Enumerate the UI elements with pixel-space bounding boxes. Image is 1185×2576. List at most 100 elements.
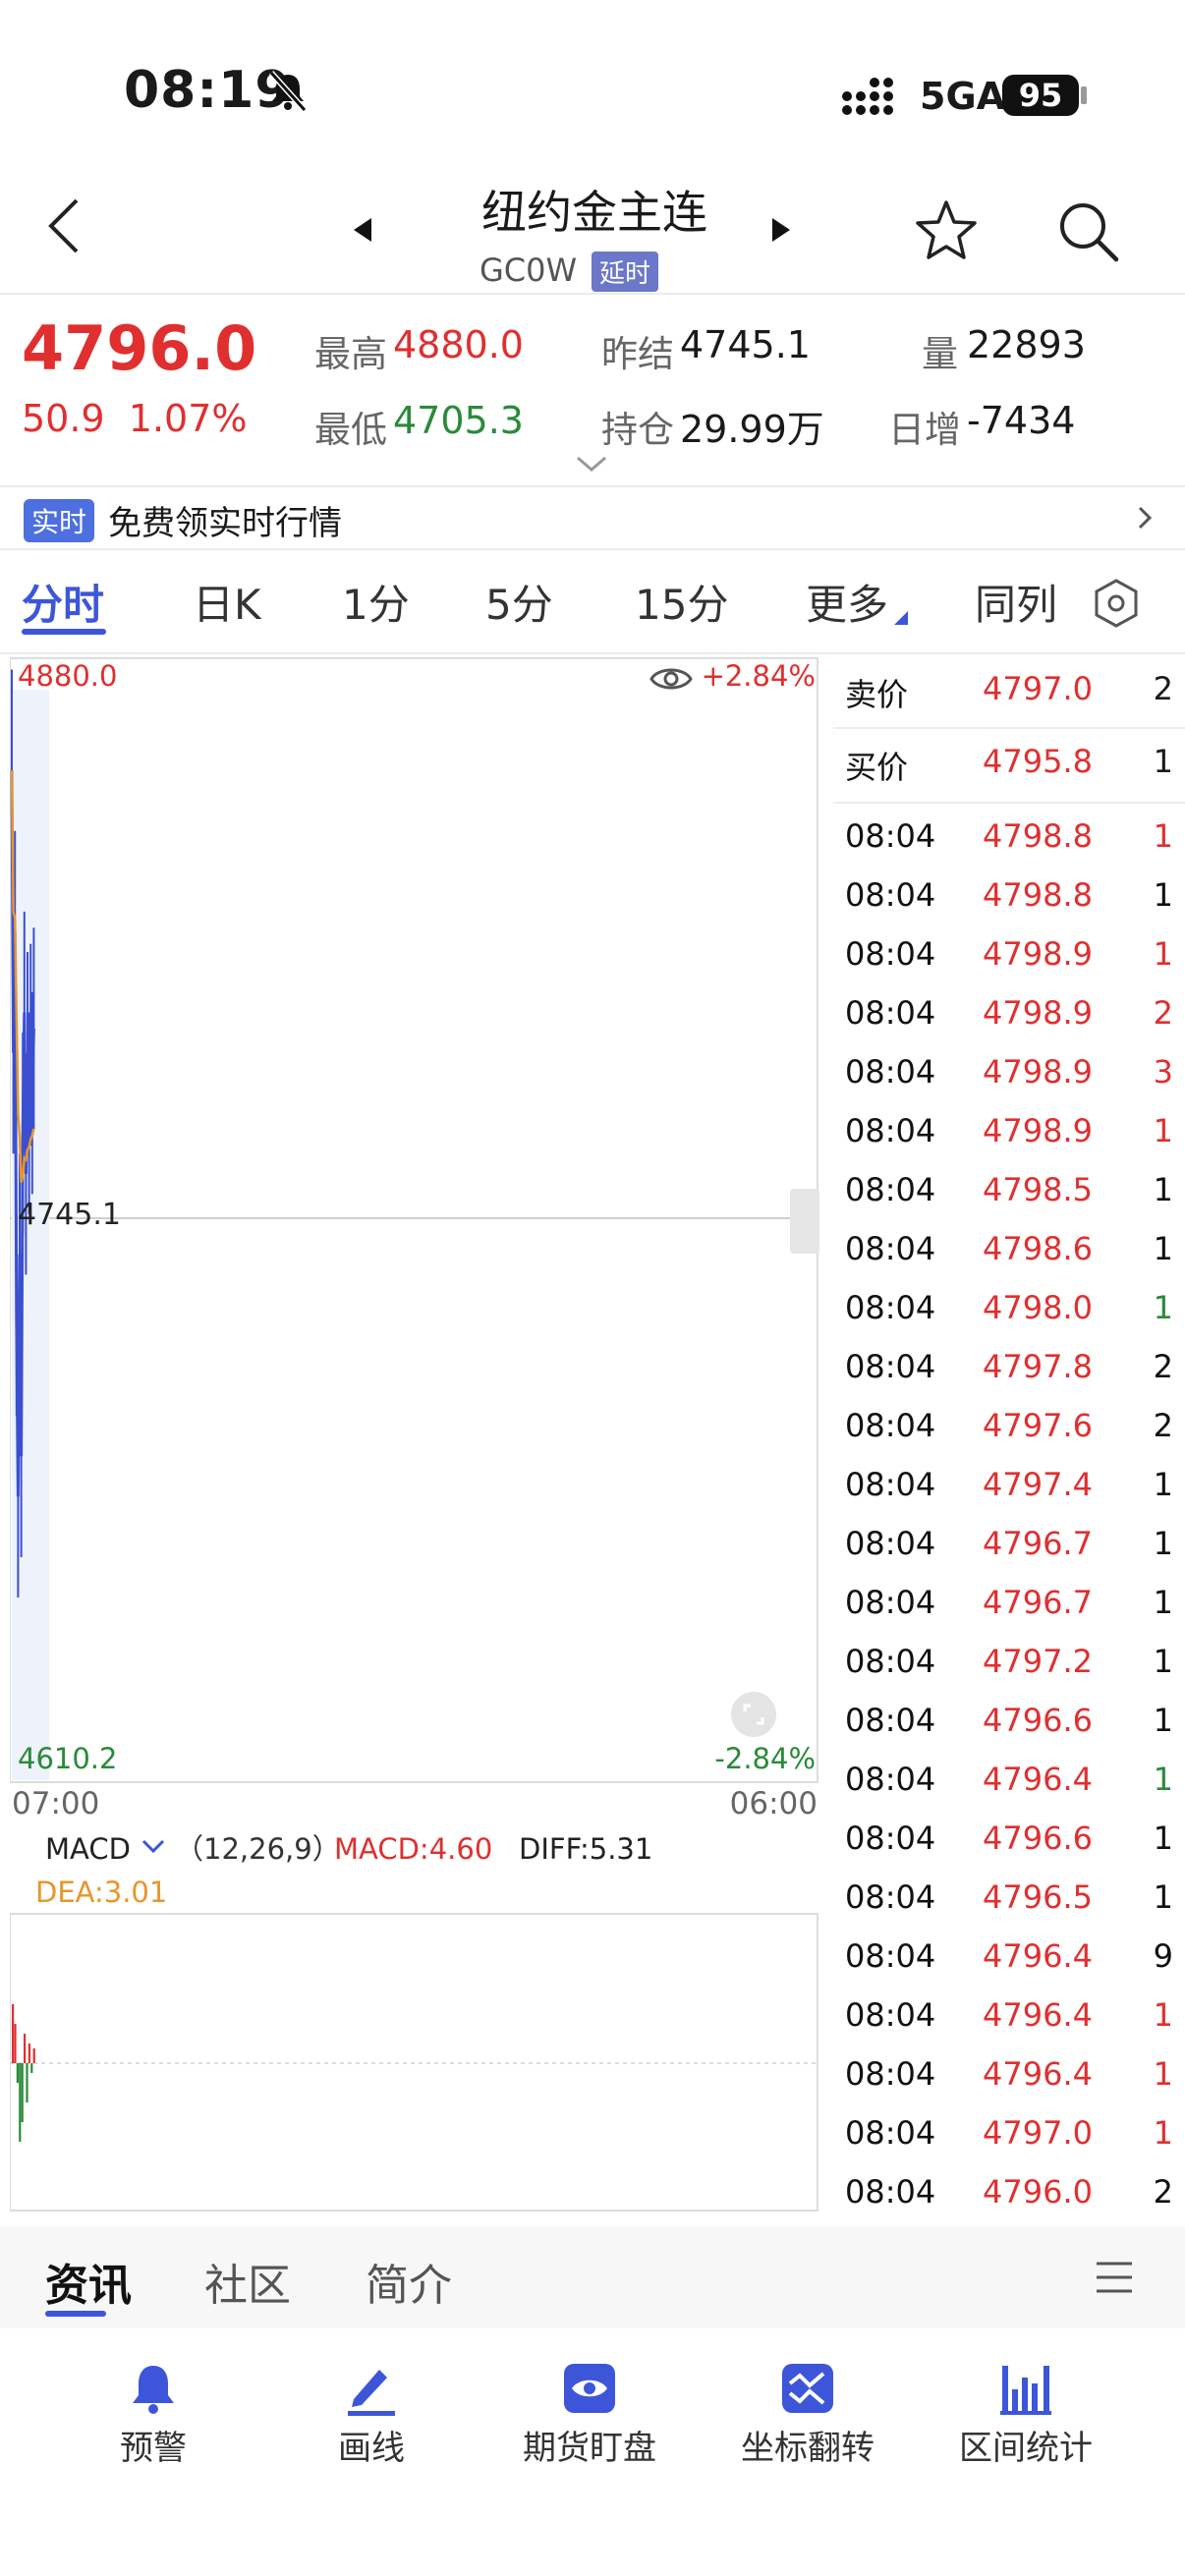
price-change: 50.9 1.07%: [22, 397, 248, 440]
tab-intraday[interactable]: 分时: [22, 572, 104, 632]
trade-volume: 1: [1153, 1171, 1173, 1208]
flip-label: 坐标翻转: [741, 2429, 875, 2468]
trade-price: 4798.9: [983, 1053, 1093, 1091]
trade-price: 4796.4: [983, 1937, 1093, 1975]
low-label: 最低: [314, 409, 387, 451]
trade-volume: 1: [1153, 876, 1173, 914]
macd-bar: [21, 2063, 24, 2122]
trade-row: 08:04 4796.4 1: [833, 1987, 1185, 2045]
draw-line-button[interactable]: 画线: [263, 2340, 480, 2478]
trade-row: 08:04 4796.0 2: [833, 2163, 1185, 2222]
more-dropdown-icon: [894, 611, 908, 625]
tab-news[interactable]: 资讯: [45, 2250, 132, 2313]
tab-community[interactable]: 社区: [204, 2250, 291, 2313]
trade-time: 08:04: [845, 1289, 936, 1326]
expand-panel-handle[interactable]: [790, 1189, 819, 1254]
prev-settle-label: 昨结: [601, 333, 674, 375]
watch-label: 期货盯盘: [523, 2429, 656, 2468]
status-bar: 08:19 5GA 95: [0, 0, 1185, 177]
chart-down-pct: -2.84%: [714, 1742, 816, 1775]
diff-value: DIFF:5.31: [519, 1832, 652, 1866]
trade-volume: 1: [1153, 1761, 1173, 1798]
tab-intro[interactable]: 简介: [366, 2250, 452, 2313]
bid-price: 4795.8: [983, 743, 1093, 780]
intraday-chart[interactable]: 4880.0 +2.84% 4745.1 4610.2 -2.84% 07:00…: [10, 650, 819, 2222]
trade-row: 08:04 4797.4 1: [833, 1456, 1185, 1515]
eye-icon: [564, 2364, 615, 2413]
prev-contract-icon[interactable]: [354, 218, 371, 242]
macd-bar: [28, 2044, 30, 2063]
tab-15min[interactable]: 15分: [635, 572, 728, 632]
trade-time: 08:04: [845, 2114, 936, 2152]
tab-same-column[interactable]: 同列: [975, 572, 1057, 632]
trade-time: 08:04: [845, 817, 936, 855]
trade-volume: 1: [1153, 2114, 1173, 2152]
trade-volume: 1: [1153, 1996, 1173, 2034]
trade-time: 08:04: [845, 1525, 936, 1562]
trade-row: 08:04 4796.7 1: [833, 1574, 1185, 1633]
high-label: 最高: [314, 333, 387, 375]
trade-volume: 9: [1153, 1937, 1173, 1975]
bid-row: 买价 4795.8 1: [833, 733, 1185, 792]
macd-chevron-icon[interactable]: [141, 1839, 165, 1854]
expand-chevron-icon[interactable]: [574, 454, 609, 474]
dea-value: DEA:3.01: [35, 1876, 167, 1909]
trade-time: 08:04: [845, 1348, 936, 1385]
trade-row: 08:04 4797.8 2: [833, 1338, 1185, 1397]
ask-row: 卖价 4797.0 2: [833, 660, 1185, 719]
macd-selector[interactable]: MACD: [45, 1832, 131, 1866]
settings-hex-icon[interactable]: [1091, 578, 1142, 629]
trade-row: 08:04 4798.8 1: [833, 808, 1185, 867]
volume-label: 量: [922, 333, 958, 375]
trade-time: 08:04: [845, 876, 936, 914]
trade-row: 08:04 4798.5 1: [833, 1161, 1185, 1220]
trade-row: 08:04 4798.9 1: [833, 1102, 1185, 1161]
realtime-badge: 实时: [24, 499, 95, 542]
trade-price: 4797.0: [983, 2114, 1093, 2152]
trade-price: 4796.5: [983, 1878, 1093, 1916]
trade-price: 4797.4: [983, 1466, 1093, 1503]
trade-row: 08:04 4798.9 2: [833, 984, 1185, 1043]
daily-inc-label: 日增: [888, 409, 961, 451]
menu-icon[interactable]: [1095, 2260, 1134, 2295]
trade-row: 08:04 4798.0 1: [833, 1279, 1185, 1338]
divider: [833, 802, 1185, 804]
divider: [833, 727, 1185, 729]
trade-time: 08:04: [845, 1937, 936, 1975]
tab-1min[interactable]: 1分: [342, 572, 410, 632]
tab-more[interactable]: 更多: [806, 572, 888, 632]
next-contract-icon[interactable]: [772, 218, 790, 242]
back-icon[interactable]: [45, 196, 85, 255]
trade-price: 4796.7: [983, 1584, 1093, 1621]
network-label: 5GA: [920, 75, 1006, 118]
trade-volume: 1: [1153, 817, 1173, 855]
tab-daily-k[interactable]: 日K: [193, 572, 261, 632]
watch-button[interactable]: 期货盯盘: [481, 2340, 698, 2478]
trade-row: 08:04 4798.9 3: [833, 1043, 1185, 1102]
flip-icon: [782, 2364, 833, 2413]
flip-axis-button[interactable]: 坐标翻转: [700, 2340, 916, 2478]
trade-time: 08:04: [845, 2055, 936, 2093]
trade-time: 08:04: [845, 935, 936, 973]
trade-row: 08:04 4796.6 1: [833, 1810, 1185, 1869]
range-stats-button[interactable]: 区间统计: [918, 2340, 1134, 2478]
trade-volume: 1: [1153, 2055, 1173, 2093]
trade-row: 08:04 4797.6 2: [833, 1397, 1185, 1456]
low-value: 4705.3: [393, 399, 524, 442]
change-pct: 1.07%: [128, 397, 248, 440]
trade-volume: 1: [1153, 1820, 1173, 1857]
macd-bar: [14, 2024, 17, 2063]
search-icon[interactable]: [1053, 196, 1122, 265]
trade-row: 08:04 4796.4 1: [833, 2045, 1185, 2104]
alert-button[interactable]: 预警: [45, 2340, 261, 2478]
trade-volume: 3: [1153, 1053, 1173, 1091]
star-icon[interactable]: [912, 196, 981, 265]
open-interest-label: 持仓: [601, 409, 674, 451]
macd-bar: [30, 2063, 33, 2073]
fullscreen-icon[interactable]: [729, 1690, 778, 1739]
delay-badge: 延时: [592, 252, 659, 292]
battery-indicator: 95: [1002, 75, 1079, 116]
eye-icon[interactable]: [649, 662, 694, 696]
trade-row: 08:04 4798.8 1: [833, 867, 1185, 925]
tab-5min[interactable]: 5分: [485, 572, 553, 632]
